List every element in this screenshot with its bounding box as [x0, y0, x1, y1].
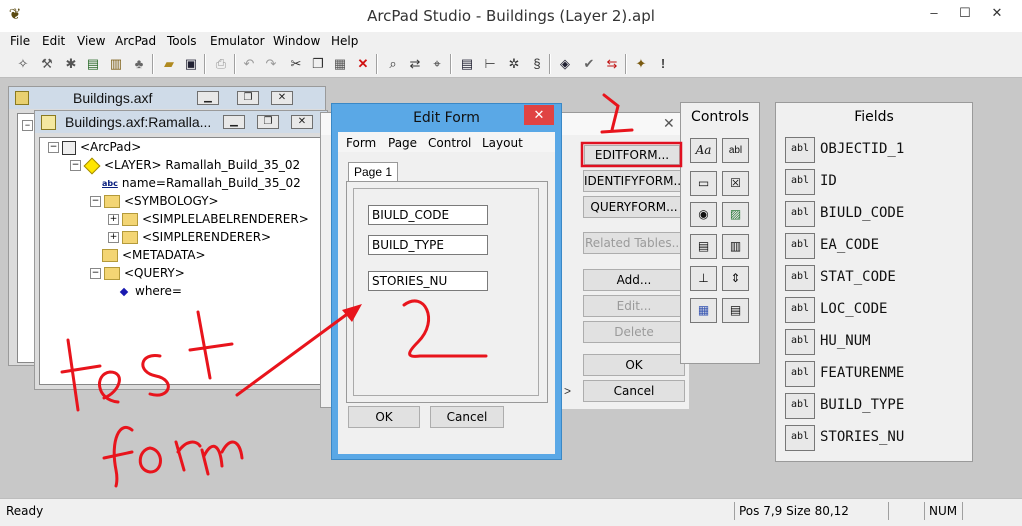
annotation-arrow	[235, 310, 352, 397]
annotation-number-1	[600, 93, 634, 134]
editform-highlight-box	[580, 141, 683, 168]
annotation-letter-m	[200, 440, 244, 476]
annotation-letter-f	[102, 426, 134, 488]
annotation-arrowhead	[342, 304, 362, 322]
annotation-letter-s	[141, 354, 170, 397]
annotation-letter-r	[174, 440, 202, 472]
annotation-letter-o	[138, 446, 162, 474]
annotation-letter-t	[60, 338, 102, 412]
annotation-overlay	[60, 93, 683, 488]
annotation-number-2	[402, 299, 488, 358]
annotation-letter-e	[98, 370, 121, 404]
annotation-letter-t	[188, 310, 234, 380]
